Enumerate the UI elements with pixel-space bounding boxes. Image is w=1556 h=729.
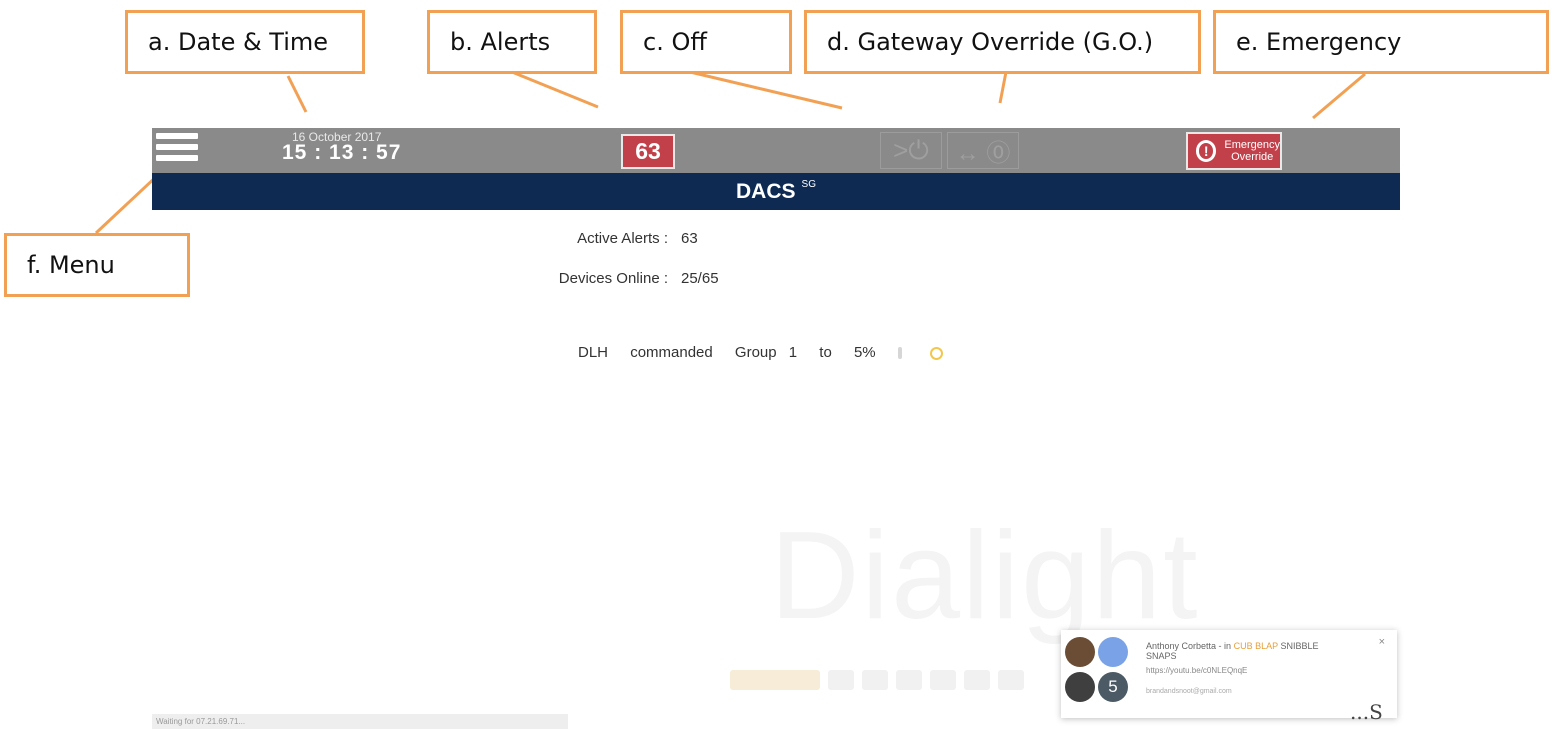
power-off-icon: >⏻ <box>893 134 929 165</box>
light-bulb-icon <box>930 346 943 360</box>
leader-emergency <box>1312 72 1366 120</box>
chat-notification[interactable]: 5 Anthony Corbetta - in CUB BLAP SNIBBLE… <box>1061 630 1397 718</box>
avatar <box>1065 637 1095 667</box>
devices-online-value: 25/65 <box>681 270 719 287</box>
gateway-override-button[interactable]: ↔ ⓪ <box>947 132 1019 169</box>
last-command-line: DLH commanded Group 1 to 5% <box>578 344 943 361</box>
command-level: 5% <box>853 344 876 361</box>
notification-email: brandandsnoot@gmail.com <box>1146 688 1232 695</box>
corner-text: ...S <box>1350 700 1383 724</box>
emergency-override-label: Emergency Override <box>1224 139 1280 163</box>
hamburger-menu-icon[interactable] <box>156 133 198 169</box>
callout-emergency: e. Emergency <box>1213 10 1549 74</box>
leader-date-time <box>286 75 308 113</box>
app-title: DACS <box>736 179 796 203</box>
active-alerts-label: Active Alerts : <box>577 230 668 247</box>
command-to: to <box>819 344 832 361</box>
callout-date-time: a. Date & Time <box>125 10 365 74</box>
leader-off <box>689 70 843 110</box>
notification-title: Anthony Corbetta - in CUB BLAP SNIBBLE S… <box>1146 641 1319 661</box>
command-group: Group 1 <box>734 344 798 361</box>
devices-online-label: Devices Online : <box>558 270 668 287</box>
command-verb: commanded <box>630 344 713 361</box>
leader-menu <box>94 173 160 235</box>
browser-status-bar: Waiting for 07.21.69.71... <box>152 714 568 729</box>
loading-indicator <box>730 670 1032 695</box>
leader-alerts <box>511 70 599 109</box>
command-user: DLH <box>578 344 609 361</box>
microphone-icon <box>897 347 902 360</box>
close-icon[interactable]: × <box>1379 636 1385 648</box>
alerts-button[interactable]: 63 <box>621 134 675 169</box>
callout-alerts: b. Alerts <box>427 10 597 74</box>
avatar <box>1065 672 1095 702</box>
participant-count-badge: 5 <box>1098 672 1128 702</box>
current-time: 15 : 13 : 57 <box>282 141 402 164</box>
leader-gateway-override <box>998 71 1008 104</box>
notification-link[interactable]: https://youtu.be/c0NLEQnqE <box>1146 666 1247 675</box>
app-title-bar: DACS SG <box>152 173 1400 210</box>
callout-off: c. Off <box>620 10 792 74</box>
alert-exclamation-icon: ! <box>1196 140 1217 162</box>
app-title-suffix: SG <box>801 179 816 190</box>
active-alerts-value: 63 <box>681 230 698 247</box>
top-bar: 16 October 2017 15 : 13 : 57 63 >⏻ ↔ ⓪ !… <box>152 128 1400 173</box>
emergency-override-button[interactable]: ! Emergency Override <box>1186 132 1282 170</box>
off-button[interactable]: >⏻ <box>880 132 942 169</box>
brand-watermark: Dialight <box>770 507 1200 645</box>
callout-menu: f. Menu <box>4 233 190 297</box>
callout-gateway-override: d. Gateway Override (G.O.) <box>804 10 1201 74</box>
avatar <box>1098 637 1128 667</box>
gateway-override-icon: ↔ ⓪ <box>955 140 1011 167</box>
